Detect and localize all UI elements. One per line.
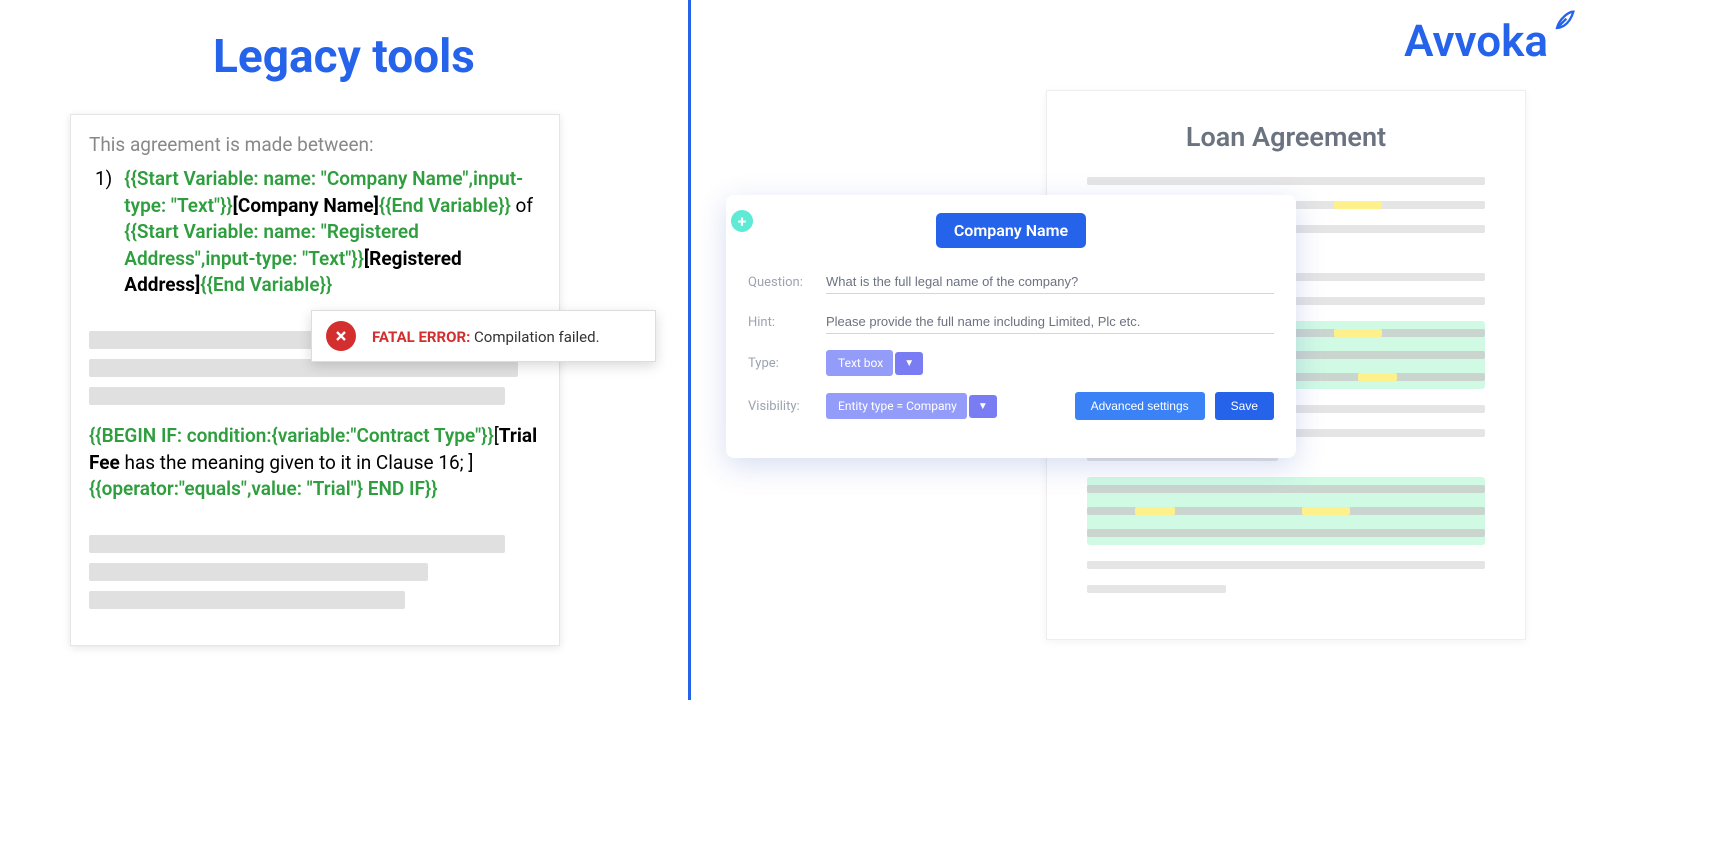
legacy-title: Legacy tools — [0, 30, 688, 84]
visibility-label: Visibility: — [748, 399, 826, 414]
list-number: 1) — [95, 166, 112, 299]
variable-code-block: 1) {{Start Variable: name: "Company Name… — [89, 166, 541, 299]
hint-label: Hint: — [748, 315, 826, 330]
avvoka-logo: Avvoka — [1404, 15, 1578, 67]
chevron-down-icon: ▼ — [895, 352, 923, 375]
variable-form-panel: Company Name Question: Hint: Type: Text … — [726, 195, 1296, 458]
document-title: Loan Agreement — [1087, 121, 1485, 153]
type-label: Type: — [748, 356, 826, 371]
save-button[interactable]: Save — [1215, 392, 1274, 420]
error-label: FATAL ERROR: — [372, 328, 470, 346]
question-input[interactable] — [826, 270, 1274, 294]
visibility-select[interactable]: Entity type = Company ▼ — [826, 393, 997, 419]
error-message: Compilation failed. — [470, 328, 599, 346]
error-icon — [326, 321, 356, 351]
advanced-settings-button[interactable]: Advanced settings — [1075, 392, 1205, 420]
error-box: FATAL ERROR: Compilation failed. — [311, 310, 656, 362]
type-select[interactable]: Text box ▼ — [826, 350, 923, 376]
conditional-code-block: {{BEGIN IF: condition:{variable:"Contrac… — [89, 423, 541, 503]
variable-badge[interactable]: Company Name — [936, 213, 1086, 248]
doc-intro: This agreement is made between: — [89, 133, 541, 156]
feather-icon — [1550, 7, 1578, 42]
placeholder-lines-2 — [89, 535, 541, 609]
highlighted-section-2 — [1087, 477, 1485, 545]
legacy-document: This agreement is made between: 1) {{Sta… — [70, 114, 560, 646]
hint-input[interactable] — [826, 310, 1274, 334]
question-label: Question: — [748, 275, 826, 290]
chevron-down-icon: ▼ — [969, 395, 997, 418]
add-button[interactable]: + — [731, 210, 753, 232]
